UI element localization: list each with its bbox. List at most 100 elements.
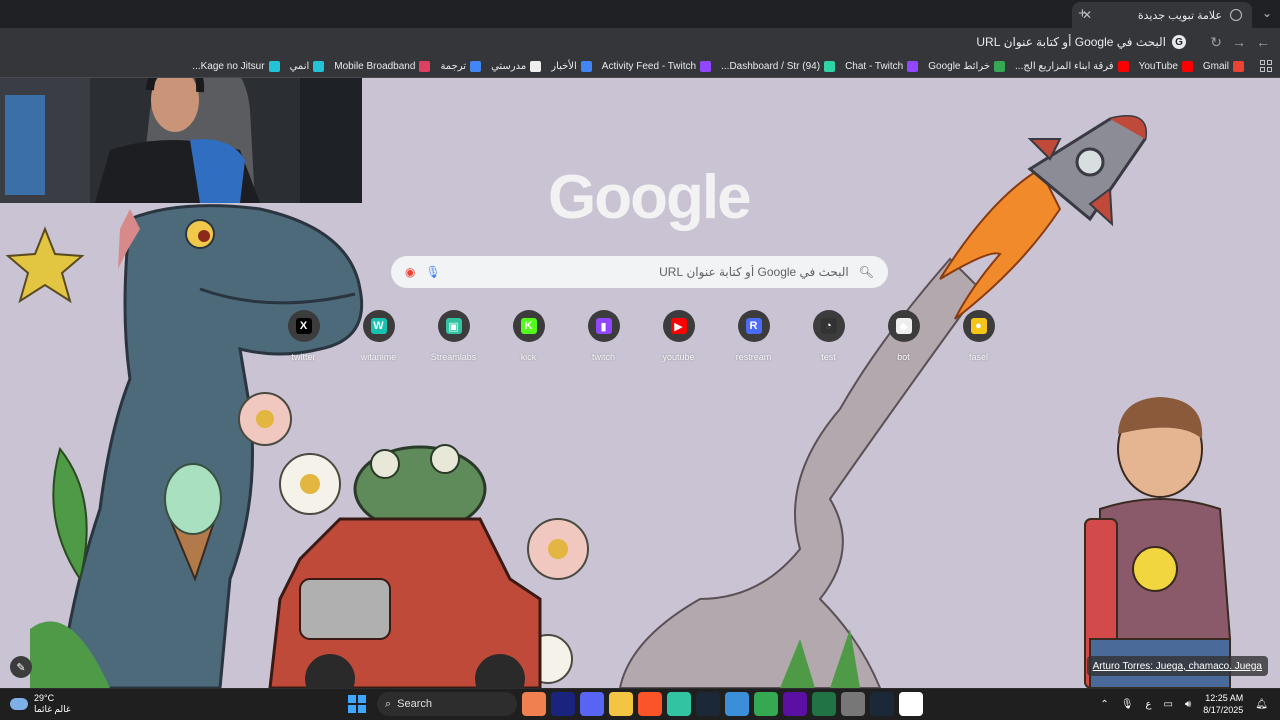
bookmark-item[interactable]: Activity Feed - Twitch: [602, 61, 712, 72]
bookmark-favicon-icon: [994, 61, 1006, 72]
bookmark-favicon-icon: [824, 61, 836, 72]
shortcut-tiles: Xtwitter Wwitanime ▣ Streamlabs Kkick ▮ twitch…: [266, 310, 1016, 362]
background-credit-link[interactable]: Arturo Torres: Juega, chamaco. Juega: [1086, 656, 1268, 676]
bookmark-item[interactable]: YouTube: [1139, 61, 1193, 72]
bookmark-label: (94) Dashboard / Str...: [721, 61, 821, 72]
shortcut-label: restream: [735, 352, 772, 362]
bookmark-favicon-icon: [700, 61, 712, 72]
bookmark-favicon-icon: [1117, 61, 1129, 72]
taskbar-app-icon[interactable]: [725, 692, 749, 716]
shortcut-label: fasel: [968, 352, 988, 362]
customize-pencil-icon[interactable]: ✎: [10, 656, 32, 678]
network-icon[interactable]: ▭: [1163, 699, 1172, 710]
taskbar-netflix-icon[interactable]: [551, 692, 575, 716]
shortcut-icon: W: [362, 310, 395, 342]
address-bar-text: البحث في Google أو كتابة عنوان URL: [976, 35, 1166, 49]
taskbar-brave-icon[interactable]: [638, 692, 662, 716]
bookmark-label: مدرستي: [491, 61, 527, 72]
taskbar-capcut-icon[interactable]: [899, 692, 923, 716]
shortcut-youtube[interactable]: ▶ youtube: [641, 310, 716, 362]
shortcut-icon: ▣: [437, 310, 470, 342]
bookmark-item[interactable]: Chat - Twitch: [845, 61, 919, 72]
temperature: 29°C: [34, 693, 55, 703]
microphone-icon[interactable]: 🎙︎: [425, 265, 440, 279]
back-arrow-icon[interactable]: ←: [1256, 34, 1270, 50]
language-indicator[interactable]: ع: [1146, 699, 1152, 710]
taskbar-chrome-icon[interactable]: [754, 692, 778, 716]
taskbar-excel-icon[interactable]: [812, 692, 836, 716]
tab-new-tab[interactable]: علامة تبويب جديدة ✕: [1072, 2, 1252, 28]
shortcut-bot[interactable]: ◆ bot: [866, 310, 941, 362]
chevron-up-icon[interactable]: ⌃: [1100, 699, 1108, 710]
bookmark-item[interactable]: Kage no Jitsur...: [192, 61, 280, 72]
reload-icon[interactable]: ↻: [1210, 34, 1222, 51]
clock-time: 12:25 AM: [1205, 693, 1244, 703]
search-box[interactable]: 🔍︎ 🎙︎ ◉: [391, 256, 888, 288]
google-logo: Google: [548, 163, 752, 232]
shortcut-kick[interactable]: Kkick: [491, 310, 566, 362]
shortcut-icon: ◔: [812, 310, 845, 342]
bookmark-item[interactable]: Mobile Broadband: [334, 61, 431, 72]
taskbar-discord-icon[interactable]: [580, 692, 604, 716]
shortcut-label: twitch: [591, 352, 615, 362]
taskbar-streamlabs-icon[interactable]: [667, 692, 691, 716]
address-bar[interactable]: G البحث في Google أو كتابة عنوان URL: [332, 31, 1192, 53]
bookmark-favicon-icon: [580, 61, 592, 72]
shortcut-label: Streamlabs: [430, 352, 477, 362]
search-input[interactable]: [450, 265, 849, 279]
google-lens-icon[interactable]: ◉: [405, 265, 415, 279]
restream-icon: R: [745, 318, 762, 334]
volume-icon[interactable]: 🔊︎: [1185, 699, 1191, 710]
taskbar-apps: ⌕ Search: [348, 692, 923, 716]
taskbar-next-icon[interactable]: [783, 692, 807, 716]
shortcut-streamlabs[interactable]: ▣ Streamlabs: [416, 310, 491, 362]
test-icon: ◔: [820, 318, 837, 334]
bookmark-label: فرقة ابناء المزاريع الج...: [1015, 61, 1114, 72]
bookmark-favicon-icon: [268, 61, 280, 72]
shortcut-label: youtube: [662, 352, 695, 362]
globe-icon: [1230, 9, 1242, 21]
bookmark-item[interactable]: ترجمة: [440, 61, 482, 72]
clock[interactable]: 12:25 AM 8/17/2025: [1203, 692, 1243, 716]
taskbar-steam-icon[interactable]: [696, 692, 720, 716]
bookmark-label: ترجمة: [440, 61, 467, 72]
shortcut-test[interactable]: ◔ test: [791, 310, 866, 362]
bookmark-item[interactable]: فرقة ابناء المزاريع الج...: [1015, 61, 1129, 72]
shortcut-icon: ◆: [887, 310, 920, 342]
new-tab-plus-icon[interactable]: +: [1078, 5, 1087, 22]
taskbar-app2-icon[interactable]: [841, 692, 865, 716]
shortcut-twitter[interactable]: Xtwitter: [266, 310, 341, 362]
apps-grid-icon[interactable]: [1260, 60, 1272, 72]
taskbar-explorer-icon[interactable]: [609, 692, 633, 716]
search-icon: 🔍︎: [858, 265, 874, 279]
microphone-icon[interactable]: 🎙︎: [1121, 699, 1134, 710]
bookmark-item[interactable]: مدرستي: [491, 61, 542, 72]
shortcut-witanime[interactable]: Wwitanime: [341, 310, 416, 362]
notification-bell-icon[interactable]: 🔔︎: [1255, 699, 1268, 710]
cloud-weather-icon: [10, 698, 28, 710]
shortcut-twitch[interactable]: ▮ twitch: [566, 310, 641, 362]
bookmark-item[interactable]: خرائط Google: [928, 61, 1006, 72]
taskbar-steam2-icon[interactable]: [870, 692, 894, 716]
forward-arrow-icon[interactable]: →: [1232, 34, 1246, 50]
bookmark-item[interactable]: (94) Dashboard / Str...: [721, 61, 836, 72]
bookmark-item[interactable]: Gmail: [1203, 61, 1244, 72]
bookmark-favicon-icon: [470, 61, 482, 72]
shortcut-restream[interactable]: Rrestream: [716, 310, 791, 362]
shortcut-icon: ▮: [587, 310, 620, 342]
shortcut-fasel[interactable]: ● fasel: [941, 310, 1016, 362]
bookmark-item[interactable]: انمي: [290, 61, 325, 72]
windows-start-icon[interactable]: [348, 695, 366, 713]
tab-search-chevron-icon[interactable]: ⌄: [1262, 6, 1272, 20]
google-g-icon: G: [1172, 35, 1186, 49]
bookmark-label: خرائط Google: [928, 61, 991, 72]
weather-widget[interactable]: 29°C غالم غائما: [10, 693, 71, 715]
bot-icon: ◆: [895, 318, 912, 334]
taskbar-search[interactable]: ⌕ Search: [377, 692, 517, 716]
bookmark-label: Chat - Twitch: [845, 61, 904, 72]
taskbar-wpmanager-icon[interactable]: [522, 692, 546, 716]
bookmark-label: انمي: [289, 61, 310, 72]
shortcut-label: witanime: [360, 352, 397, 362]
bookmark-item[interactable]: الأخبار: [551, 61, 592, 72]
search-icon: ⌕: [385, 697, 392, 710]
